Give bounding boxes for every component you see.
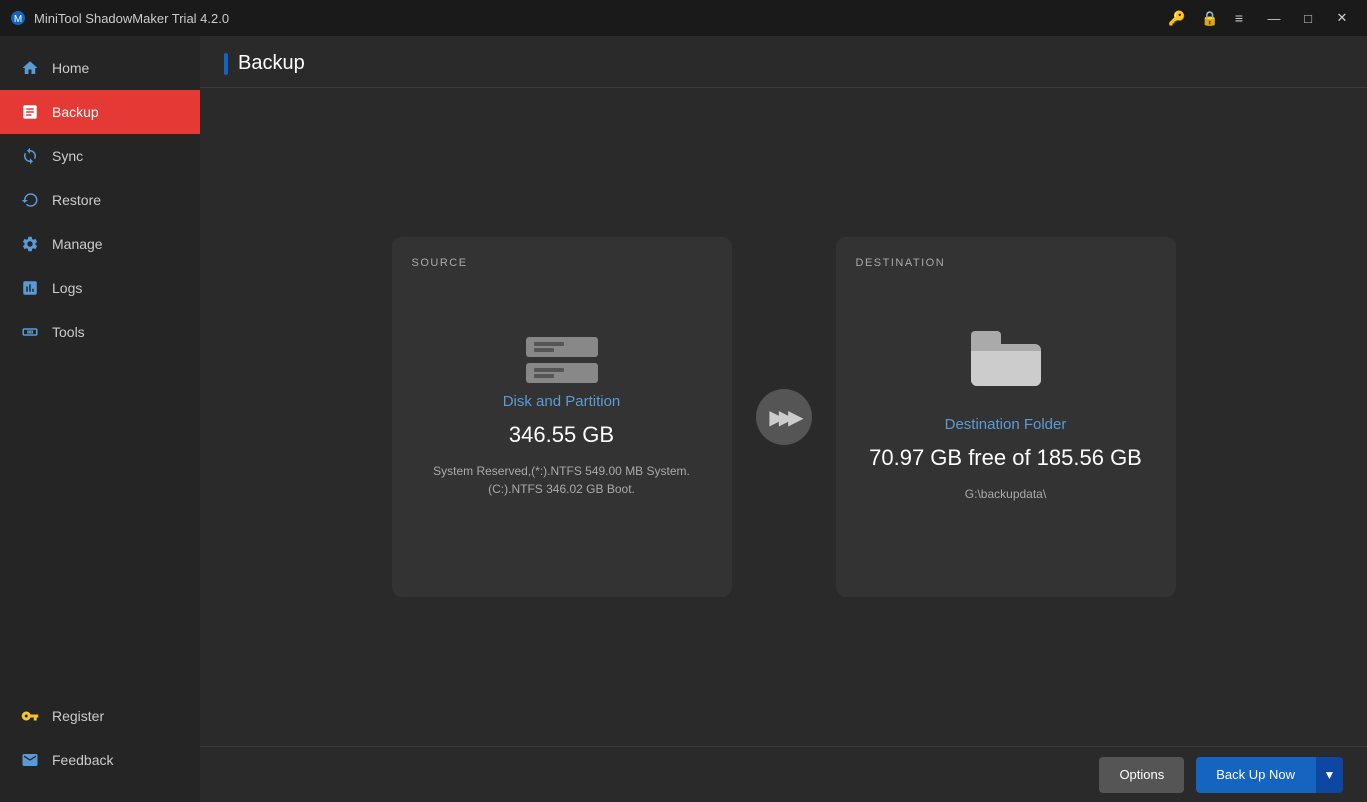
window-controls: — □ ✕: [1259, 6, 1357, 30]
feedback-icon: [20, 750, 40, 770]
destination-free: 70.97 GB free of 185.56 GB: [869, 445, 1142, 471]
minimize-button[interactable]: —: [1259, 6, 1289, 30]
title-bar: M MiniTool ShadowMaker Trial 4.2.0 🔑 🔒 ≡…: [0, 0, 1367, 36]
destination-path: G:\backupdata\: [965, 485, 1046, 503]
menu-icon[interactable]: ≡: [1235, 10, 1243, 26]
backup-button-group: Back Up Now ▼: [1196, 757, 1343, 793]
arrow-circle: ▶▶▶: [756, 389, 812, 445]
manage-icon: [20, 234, 40, 254]
sidebar-item-register-label: Register: [52, 708, 104, 724]
forward-arrows-icon: ▶▶▶: [769, 405, 797, 430]
close-button[interactable]: ✕: [1327, 6, 1357, 30]
folder-tab: [971, 331, 1001, 345]
folder-icon: [971, 331, 1041, 386]
backup-area: SOURCE Disk and Partition 346.55 GB Syst…: [200, 88, 1367, 746]
destination-card[interactable]: DESTINATION Destination Folder 70.97 GB …: [836, 237, 1176, 597]
sidebar-item-tools-label: Tools: [52, 324, 85, 340]
backup-now-button[interactable]: Back Up Now: [1196, 757, 1315, 793]
disk-icon: [526, 337, 598, 383]
sidebar-item-tools[interactable]: Tools: [0, 310, 200, 354]
home-icon: [20, 58, 40, 78]
app-body: Home Backup Sync Restore: [0, 36, 1367, 802]
tools-icon: [20, 322, 40, 342]
sidebar-nav: Home Backup Sync Restore: [0, 46, 200, 694]
sidebar-item-logs[interactable]: Logs: [0, 266, 200, 310]
options-button[interactable]: Options: [1099, 757, 1184, 793]
sidebar-item-restore[interactable]: Restore: [0, 178, 200, 222]
maximize-button[interactable]: □: [1293, 6, 1323, 30]
source-size: 346.55 GB: [509, 422, 614, 448]
svg-text:M: M: [14, 14, 22, 25]
sidebar-item-backup-label: Backup: [52, 104, 99, 120]
sidebar-item-manage[interactable]: Manage: [0, 222, 200, 266]
restore-icon: [20, 190, 40, 210]
source-name: Disk and Partition: [503, 393, 621, 410]
sidebar-item-feedback[interactable]: Feedback: [0, 738, 200, 782]
disk-bar-1: [526, 337, 598, 357]
sidebar-item-feedback-label: Feedback: [52, 752, 113, 768]
sidebar-item-sync[interactable]: Sync: [0, 134, 200, 178]
source-desc: System Reserved,(*:).NTFS 549.00 MB Syst…: [412, 462, 712, 498]
bottom-bar: Options Back Up Now ▼: [200, 746, 1367, 802]
sidebar-item-sync-label: Sync: [52, 148, 83, 164]
register-icon: [20, 706, 40, 726]
sidebar: Home Backup Sync Restore: [0, 36, 200, 802]
source-card[interactable]: SOURCE Disk and Partition 346.55 GB Syst…: [392, 237, 732, 597]
logs-icon: [20, 278, 40, 298]
sidebar-footer: Register Feedback: [0, 694, 200, 802]
sync-icon: [20, 146, 40, 166]
page-header: Backup: [200, 36, 1367, 88]
titlebar-extra-icons: 🔑 🔒 ≡: [1168, 10, 1243, 27]
sidebar-item-logs-label: Logs: [52, 280, 82, 296]
source-label: SOURCE: [412, 257, 468, 269]
backup-dropdown-button[interactable]: ▼: [1315, 757, 1343, 793]
sidebar-item-register[interactable]: Register: [0, 694, 200, 738]
page-header-accent: [224, 53, 228, 75]
destination-label: DESTINATION: [856, 257, 946, 269]
app-title: MiniTool ShadowMaker Trial 4.2.0: [34, 11, 1168, 26]
sidebar-item-restore-label: Restore: [52, 192, 101, 208]
sidebar-item-home-label: Home: [52, 60, 89, 76]
disk-bar-2: [526, 363, 598, 383]
folder-icon-container: [971, 331, 1041, 396]
sidebar-item-backup[interactable]: Backup: [0, 90, 200, 134]
folder-front: [971, 351, 1041, 386]
sidebar-item-manage-label: Manage: [52, 236, 103, 252]
main-content: Backup SOURCE Disk and Partition 346.55 …: [200, 36, 1367, 802]
backup-icon: [20, 102, 40, 122]
destination-name: Destination Folder: [945, 416, 1067, 433]
page-title: Backup: [238, 52, 305, 75]
app-icon: M: [10, 10, 26, 26]
key-icon[interactable]: 🔑: [1168, 10, 1185, 27]
sidebar-item-home[interactable]: Home: [0, 46, 200, 90]
lock-icon[interactable]: 🔒: [1201, 10, 1218, 27]
